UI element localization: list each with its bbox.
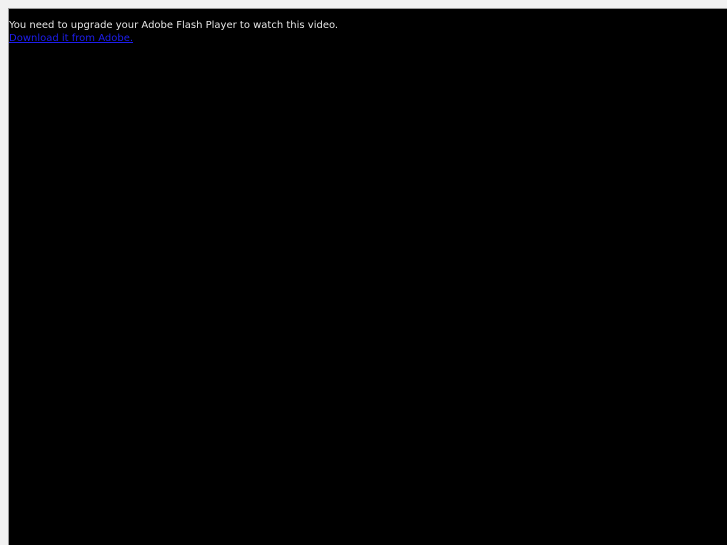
page: You need to upgrade your Adobe Flash Pla…	[0, 0, 727, 545]
video-player-area: You need to upgrade your Adobe Flash Pla…	[8, 8, 727, 545]
download-flash-link[interactable]: Download it from Adobe.	[9, 33, 133, 45]
flash-upgrade-message: You need to upgrade your Adobe Flash Pla…	[9, 20, 339, 31]
